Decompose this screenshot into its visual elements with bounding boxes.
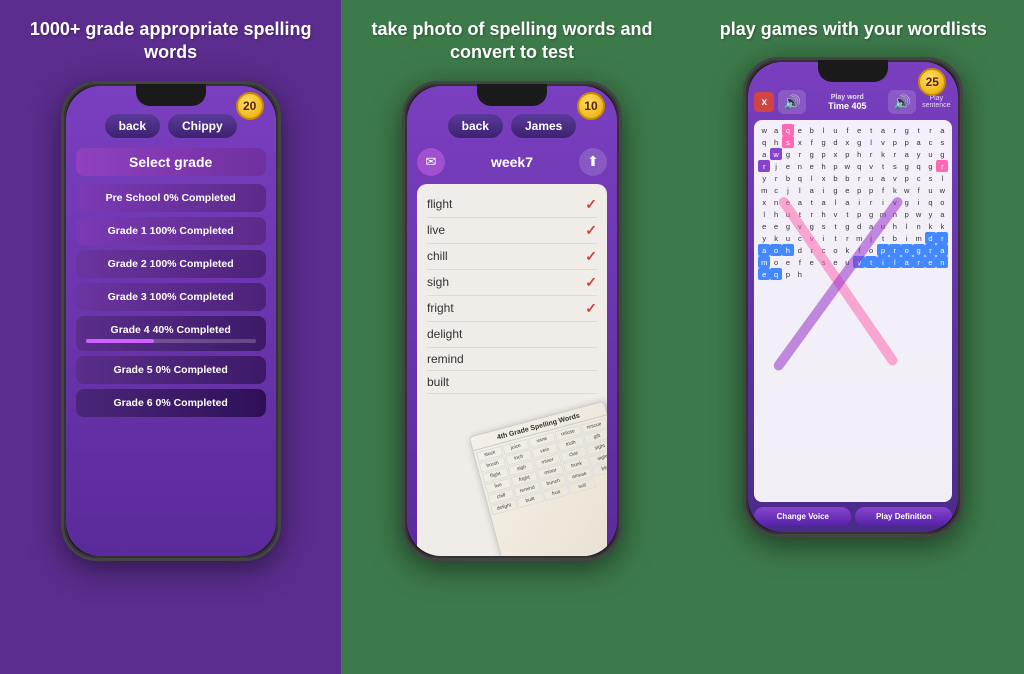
nav-bar-2: back James — [417, 114, 607, 138]
check-flight: ✓ — [585, 196, 597, 213]
week-label: week7 — [453, 154, 571, 170]
panel-grade-selector: 1000+ grade appropriate spelling words 2… — [0, 0, 341, 674]
panel2-title: take photo of spelling words and convert… — [351, 18, 672, 65]
share-icon[interactable]: ⬆ — [579, 148, 607, 176]
nav-bar-1: back Chippy — [76, 114, 266, 138]
word-fright: fright — [427, 301, 454, 315]
back-button-1[interactable]: back — [105, 114, 160, 138]
screen-3: x 🔊 Play word Time 405 🔊 Play sentence — [748, 62, 958, 532]
phone-notch-3 — [818, 60, 888, 82]
badge-1: 20 — [236, 92, 264, 120]
word-live: live — [427, 223, 445, 237]
top-controls: x 🔊 Play word Time 405 🔊 Play sentence — [754, 90, 952, 114]
phone-2: 10 back James ✉ week7 ⬆ flight ✓ live ✓ — [402, 81, 622, 561]
word-grid-container: waqeblufetargtr aqhsxfgdxglvp pacsawgrgp… — [754, 120, 952, 502]
grade-item-4[interactable]: Grade 4 40% Completed — [76, 316, 266, 351]
word-row-flight: flight ✓ — [427, 192, 597, 218]
play-sentence-btn[interactable]: 🔊 — [888, 90, 916, 114]
change-voice-btn[interactable]: Change Voice — [754, 507, 851, 526]
select-grade-header: Select grade — [76, 148, 266, 176]
grade-item-0[interactable]: Pre School 0% Completed — [76, 184, 266, 212]
word-row-sigh: sigh ✓ — [427, 270, 597, 296]
check-fright: ✓ — [585, 300, 597, 317]
word-chill: chill — [427, 249, 448, 263]
word-sigh: sigh — [427, 275, 449, 289]
panel-word-search: play games with your wordlists 25 x 🔊 Pl… — [683, 0, 1024, 674]
play-sentence-label: Play sentence — [920, 95, 952, 109]
check-sigh: ✓ — [585, 274, 597, 291]
word-built: built — [427, 375, 449, 389]
grade-item-3[interactable]: Grade 3 100% Completed — [76, 283, 266, 311]
grade-item-2[interactable]: Grade 2 100% Completed — [76, 250, 266, 278]
phone-3: 25 x 🔊 Play word Time 405 🔊 Play sentenc… — [743, 57, 963, 537]
week-bar: ✉ week7 ⬆ — [417, 148, 607, 176]
grade-item-6[interactable]: Grade 6 0% Completed — [76, 389, 266, 417]
word-row-delight: delight ✓ — [427, 322, 597, 348]
word-row-fright: fright ✓ — [427, 296, 597, 322]
word-delight: delight — [427, 327, 462, 341]
grade-item-5[interactable]: Grade 5 0% Completed — [76, 356, 266, 384]
play-definition-btn[interactable]: Play Definition — [855, 507, 952, 526]
check-live: ✓ — [585, 222, 597, 239]
paper-overlay: 4th Grade Spelling Words stuck juice van… — [469, 400, 607, 555]
screen-2: back James ✉ week7 ⬆ flight ✓ live ✓ chi… — [407, 86, 617, 556]
back-button-2[interactable]: back — [448, 114, 503, 138]
bottom-controls: Change Voice Play Definition — [754, 507, 952, 526]
timer-value: Time 405 — [810, 101, 884, 111]
timer-display: Play word Time 405 — [810, 94, 884, 111]
play-word-btn[interactable]: 🔊 — [778, 90, 806, 114]
word-flight: flight — [427, 197, 452, 211]
james-button[interactable]: James — [511, 114, 576, 138]
panel3-title: play games with your wordlists — [720, 18, 987, 41]
word-row-remind: remind — [427, 348, 597, 371]
check-delight: ✓ — [585, 326, 597, 343]
phone-notch-1 — [136, 84, 206, 106]
phone-1: 20 back Chippy Select grade Pre School 0… — [61, 81, 281, 561]
word-row-chill: chill ✓ — [427, 244, 597, 270]
play-word-label: Play word — [810, 94, 884, 101]
grade-list: Pre School 0% Completed Grade 1 100% Com… — [76, 184, 266, 417]
word-remind: remind — [427, 352, 464, 366]
word-row-live: live ✓ — [427, 218, 597, 244]
letter-grid: waqeblufetargtr aqhsxfgdxglvp pacsawgrgp… — [758, 124, 948, 280]
x-button[interactable]: x — [754, 92, 774, 112]
check-chill: ✓ — [585, 248, 597, 265]
badge-2: 10 — [577, 92, 605, 120]
panel-spelling-list: take photo of spelling words and convert… — [341, 0, 682, 674]
chippy-button[interactable]: Chippy — [168, 114, 237, 138]
word-row-built: built — [427, 371, 597, 394]
panel1-title: 1000+ grade appropriate spelling words — [10, 18, 331, 65]
grade-item-1[interactable]: Grade 1 100% Completed — [76, 217, 266, 245]
word-scroll-area[interactable]: flight ✓ live ✓ chill ✓ sigh ✓ fright — [417, 184, 607, 556]
phone-notch-2 — [477, 84, 547, 106]
screen-1: back Chippy Select grade Pre School 0% C… — [66, 86, 276, 556]
mail-icon[interactable]: ✉ — [417, 148, 445, 176]
